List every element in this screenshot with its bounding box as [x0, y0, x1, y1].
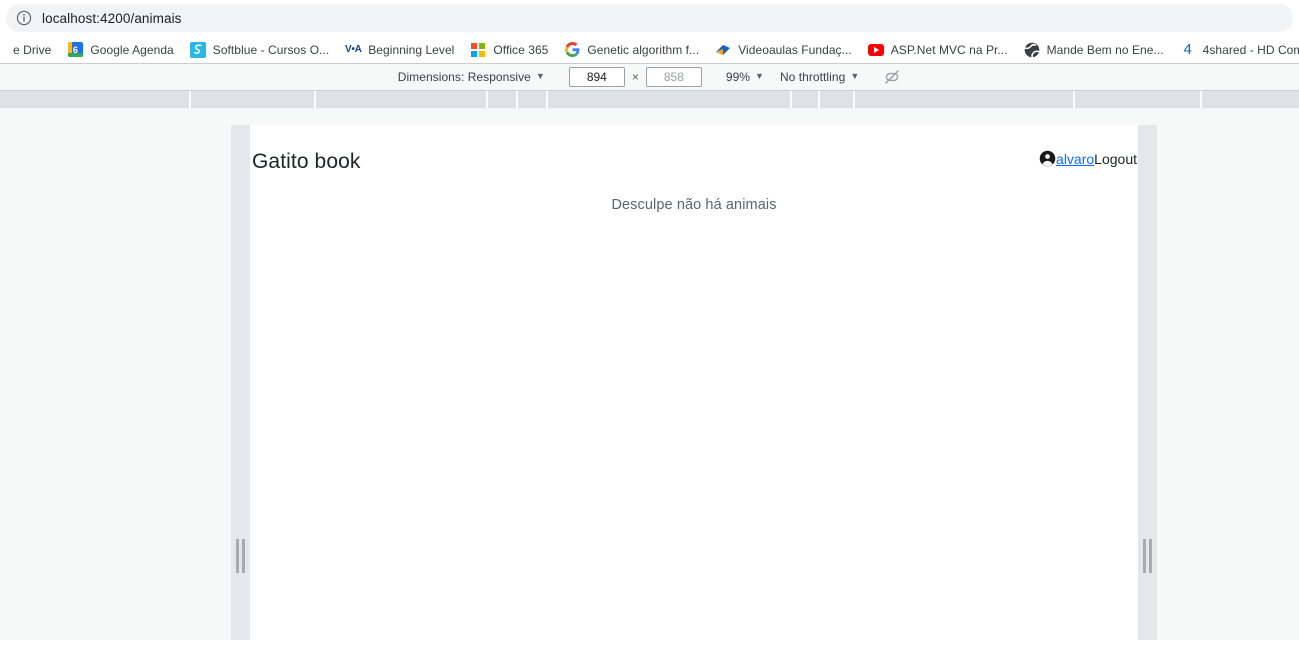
- bookmark-4shared[interactable]: 4 4shared - HD Com...: [1172, 39, 1299, 61]
- bookmark-label: e Drive: [13, 42, 52, 57]
- zoom-dropdown[interactable]: 99% ▼: [726, 70, 764, 84]
- google-calendar-icon: 6: [67, 42, 83, 58]
- device-mode-toolbar: Dimensions: Responsive ▼ × 99% ▼ No thro…: [0, 63, 1299, 91]
- chevron-down-icon: ▼: [850, 71, 860, 81]
- throttling-label: No throttling: [779, 70, 846, 84]
- globe-icon: [1024, 42, 1040, 58]
- logout-button[interactable]: Logout: [1094, 151, 1137, 167]
- bookmark-genetic-algorithm[interactable]: Genetic algorithm f...: [556, 39, 707, 61]
- bookmark-beginning-level[interactable]: V•A Beginning Level: [337, 39, 462, 61]
- bookmark-google-agenda[interactable]: 6 Google Agenda: [59, 39, 181, 61]
- page-title: Gatito book: [252, 150, 361, 173]
- address-bar[interactable]: localhost:4200/animais: [6, 4, 1293, 32]
- ruler-tick: [516, 91, 518, 108]
- info-circle-icon[interactable]: [16, 10, 32, 26]
- ruler-tick: [546, 91, 548, 108]
- empty-state-message: Desculpe não há animais: [611, 197, 777, 213]
- chevron-down-icon: ▼: [755, 71, 764, 81]
- user-area: alvaro Logout: [1039, 150, 1138, 167]
- account-circle-icon: [1039, 150, 1056, 167]
- youtube-icon: [867, 42, 884, 58]
- app-header: Gatito book alvaro Logout: [250, 125, 1138, 174]
- browser-chrome: localhost:4200/animais e Drive 6 Google …: [0, 0, 1299, 63]
- bookmark-softblue[interactable]: Softblue - Cursos O...: [182, 39, 337, 61]
- username-link[interactable]: alvaro: [1056, 151, 1094, 167]
- bookmark-label: Genetic algorithm f...: [587, 42, 700, 57]
- google-icon: [564, 42, 580, 58]
- bookmark-label: Google Agenda: [90, 42, 174, 57]
- drive-icon: [0, 42, 6, 58]
- rendered-page: Gatito book alvaro Logout Desculpe não h…: [250, 125, 1138, 640]
- 4shared-icon: 4: [1183, 41, 1192, 58]
- ruler-tick: [818, 91, 820, 108]
- dimensions-label: Dimensions: Responsive: [397, 70, 531, 84]
- ruler-tick: [1200, 91, 1202, 108]
- videoaulas-icon: [715, 42, 731, 58]
- chevron-down-icon: ▼: [535, 71, 545, 81]
- rotate-slash-icon[interactable]: [883, 68, 901, 86]
- ruler-tick: [1073, 91, 1075, 108]
- bookmark-office-365[interactable]: Office 365: [462, 39, 556, 61]
- zoom-value: 99%: [725, 70, 751, 84]
- dimension-separator: ×: [631, 70, 639, 84]
- ruler-tick: [189, 91, 191, 108]
- viewport-width-input[interactable]: [568, 67, 625, 87]
- viewport-resize-handle-right[interactable]: [1138, 537, 1157, 575]
- viewport-ruler: [0, 91, 1299, 109]
- bookmark-label: Videoaulas Fundaç...: [738, 42, 852, 57]
- bookmark-label: Office 365: [493, 42, 549, 57]
- bookmark-mande-bem[interactable]: Mande Bem no Ene...: [1016, 39, 1172, 61]
- ruler-tick: [853, 91, 855, 108]
- ruler-tick: [486, 91, 488, 108]
- bookmark-label: Softblue - Cursos O...: [212, 42, 330, 57]
- bookmark-aspnet-mvc[interactable]: ASP.Net MVC na Pr...: [860, 39, 1016, 61]
- softblue-icon: [189, 41, 206, 58]
- viewport-resize-handle-left[interactable]: [231, 537, 250, 575]
- device-viewport-frame: Gatito book alvaro Logout Desculpe não h…: [231, 125, 1157, 640]
- ruler-tick: [790, 91, 792, 108]
- bookmark-label: 4shared - HD Com...: [1202, 42, 1299, 57]
- calendar-day-number: 6: [72, 44, 78, 55]
- ruler-tick: [314, 91, 316, 108]
- bookmark-drive[interactable]: e Drive: [0, 39, 59, 61]
- bookmarks-bar: e Drive 6 Google Agenda Softblue - Curso…: [0, 36, 1299, 63]
- bookmark-label: Beginning Level: [368, 42, 455, 57]
- device-mode-stage: Gatito book alvaro Logout Desculpe não h…: [0, 109, 1299, 640]
- address-bar-url: localhost:4200/animais: [42, 10, 182, 26]
- throttling-dropdown[interactable]: No throttling ▼: [780, 70, 859, 84]
- microsoft-office-icon: [470, 42, 486, 58]
- voa-icon: V•A: [345, 44, 362, 55]
- bookmark-label: Mande Bem no Ene...: [1046, 42, 1164, 57]
- bookmark-videoaulas[interactable]: Videoaulas Fundaç...: [707, 39, 860, 61]
- bookmark-label: ASP.Net MVC na Pr...: [890, 42, 1008, 57]
- omnibox-row: localhost:4200/animais: [0, 0, 1299, 36]
- viewport-height-input[interactable]: [645, 67, 702, 87]
- dimensions-dropdown[interactable]: Dimensions: Responsive ▼: [398, 70, 545, 84]
